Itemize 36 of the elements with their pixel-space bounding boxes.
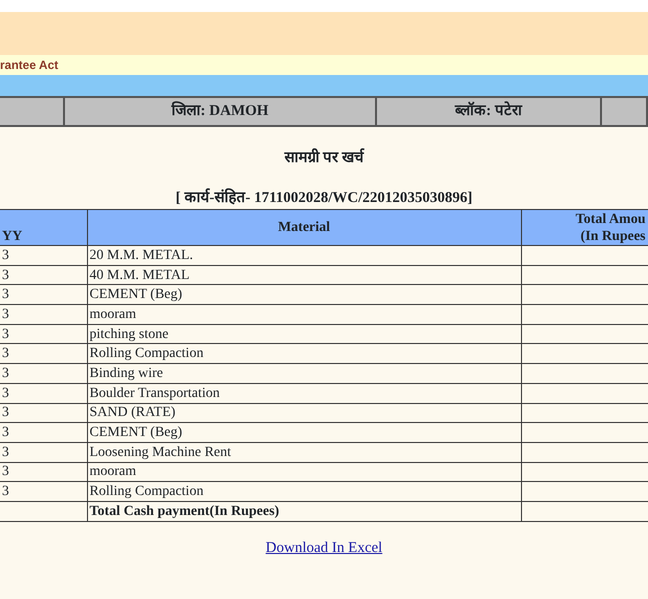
table-cell: 3 <box>0 324 87 344</box>
table-cell: SAND (RATE) <box>87 403 521 423</box>
table-cell: 3 <box>0 304 87 324</box>
column-header: YY <box>0 210 87 246</box>
location-cell: ब्लॉक: पटेरा <box>377 98 602 125</box>
table-cell: Binding wire <box>87 364 521 384</box>
table-cell: 3 <box>0 482 87 502</box>
table-cell: 3 <box>0 284 87 305</box>
location-cell: जिला: DAMOH <box>65 98 377 125</box>
download-link[interactable]: Download In Excel <box>266 540 382 556</box>
table-cell: Rolling Compaction <box>87 344 521 364</box>
table-cell: 3 <box>0 442 87 462</box>
table-cell: Boulder Transportation <box>87 383 521 403</box>
table-cell: 3 <box>0 422 87 442</box>
table-cell: 20 M.M. METAL. <box>87 246 521 266</box>
banner-text: rantee Act <box>0 57 58 74</box>
column-header: Material <box>87 210 521 246</box>
work-code: [ कार्य-संहित- 1711002028/WC/22012035030896] <box>174 187 474 208</box>
table-cell: 3 <box>0 265 87 285</box>
table-cell: Loosening Machine Rent <box>87 442 521 462</box>
table-cell: 3 <box>0 403 87 423</box>
page-title: सामग्री पर खर्च <box>283 147 366 167</box>
table-cell: 3 <box>0 462 87 482</box>
table-cell: CEMENT (Beg) <box>87 422 521 442</box>
table-cell: mooram <box>87 304 521 324</box>
table-cell: pitching stone <box>87 324 521 344</box>
table-cell: 3 <box>0 364 87 384</box>
column-header: Total Amou (In Rupees <box>521 210 648 246</box>
total-label: Total Cash payment(In Rupees) <box>87 501 521 522</box>
table-cell: 3 <box>0 344 87 364</box>
table-cell: 40 M.M. METAL <box>87 265 521 285</box>
table-cell: mooram <box>87 462 521 482</box>
table-cell: 3 <box>0 383 87 403</box>
table-cell: CEMENT (Beg) <box>87 284 521 305</box>
table-cell: 3 <box>0 246 87 266</box>
table-cell: Rolling Compaction <box>87 482 521 502</box>
